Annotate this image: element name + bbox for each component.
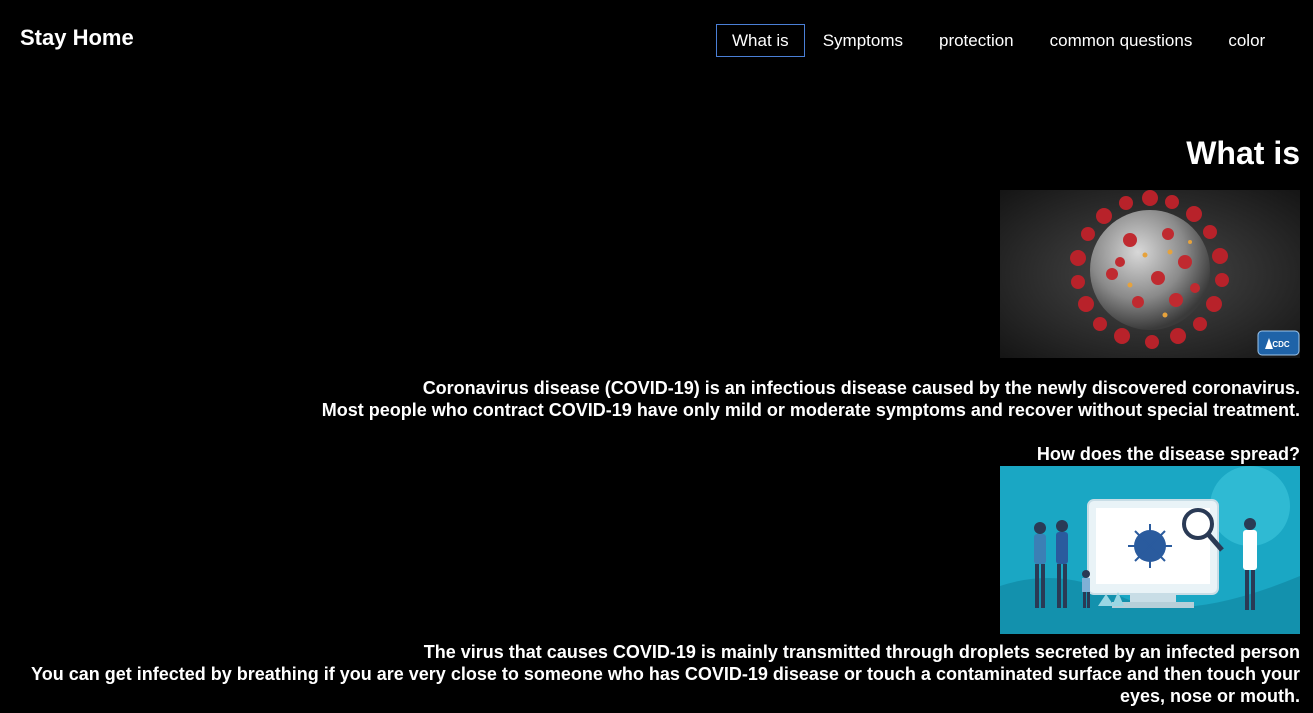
intro-line-1: Coronavirus disease (COVID-19) is an inf…: [422, 378, 1300, 398]
cdc-badge: CDC: [1272, 340, 1290, 349]
nav-item-color[interactable]: color: [1210, 24, 1283, 57]
intro-line-2: Most people who contract COVID-19 have o…: [321, 400, 1300, 420]
nav-item-protection[interactable]: protection: [921, 24, 1032, 57]
spread-line-1: The virus that causes COVID-19 is mainly…: [423, 642, 1300, 662]
spread-image: [1000, 466, 1300, 634]
nav-item-common-questions[interactable]: common questions: [1032, 24, 1211, 57]
coronavirus-image: CDC: [1000, 190, 1300, 358]
nav-item-symptoms[interactable]: Symptoms: [805, 24, 921, 57]
disease-spread-illustration-icon: [1000, 466, 1300, 634]
spread-line-2: You can get infected by breathing if you…: [31, 664, 1300, 706]
coronavirus-illustration-icon: CDC: [1000, 190, 1300, 358]
spread-paragraph: The virus that causes COVID-19 is mainly…: [10, 641, 1300, 707]
spread-subtitle: How does the disease spread?: [1036, 444, 1300, 464]
intro-paragraph: Coronavirus disease (COVID-19) is an inf…: [200, 377, 1300, 421]
top-nav: What is Symptoms protection common quest…: [716, 24, 1283, 57]
nav-item-what-is[interactable]: What is: [716, 24, 805, 57]
brand-logo[interactable]: Stay Home: [20, 25, 134, 51]
page-title: What is: [1186, 135, 1300, 171]
